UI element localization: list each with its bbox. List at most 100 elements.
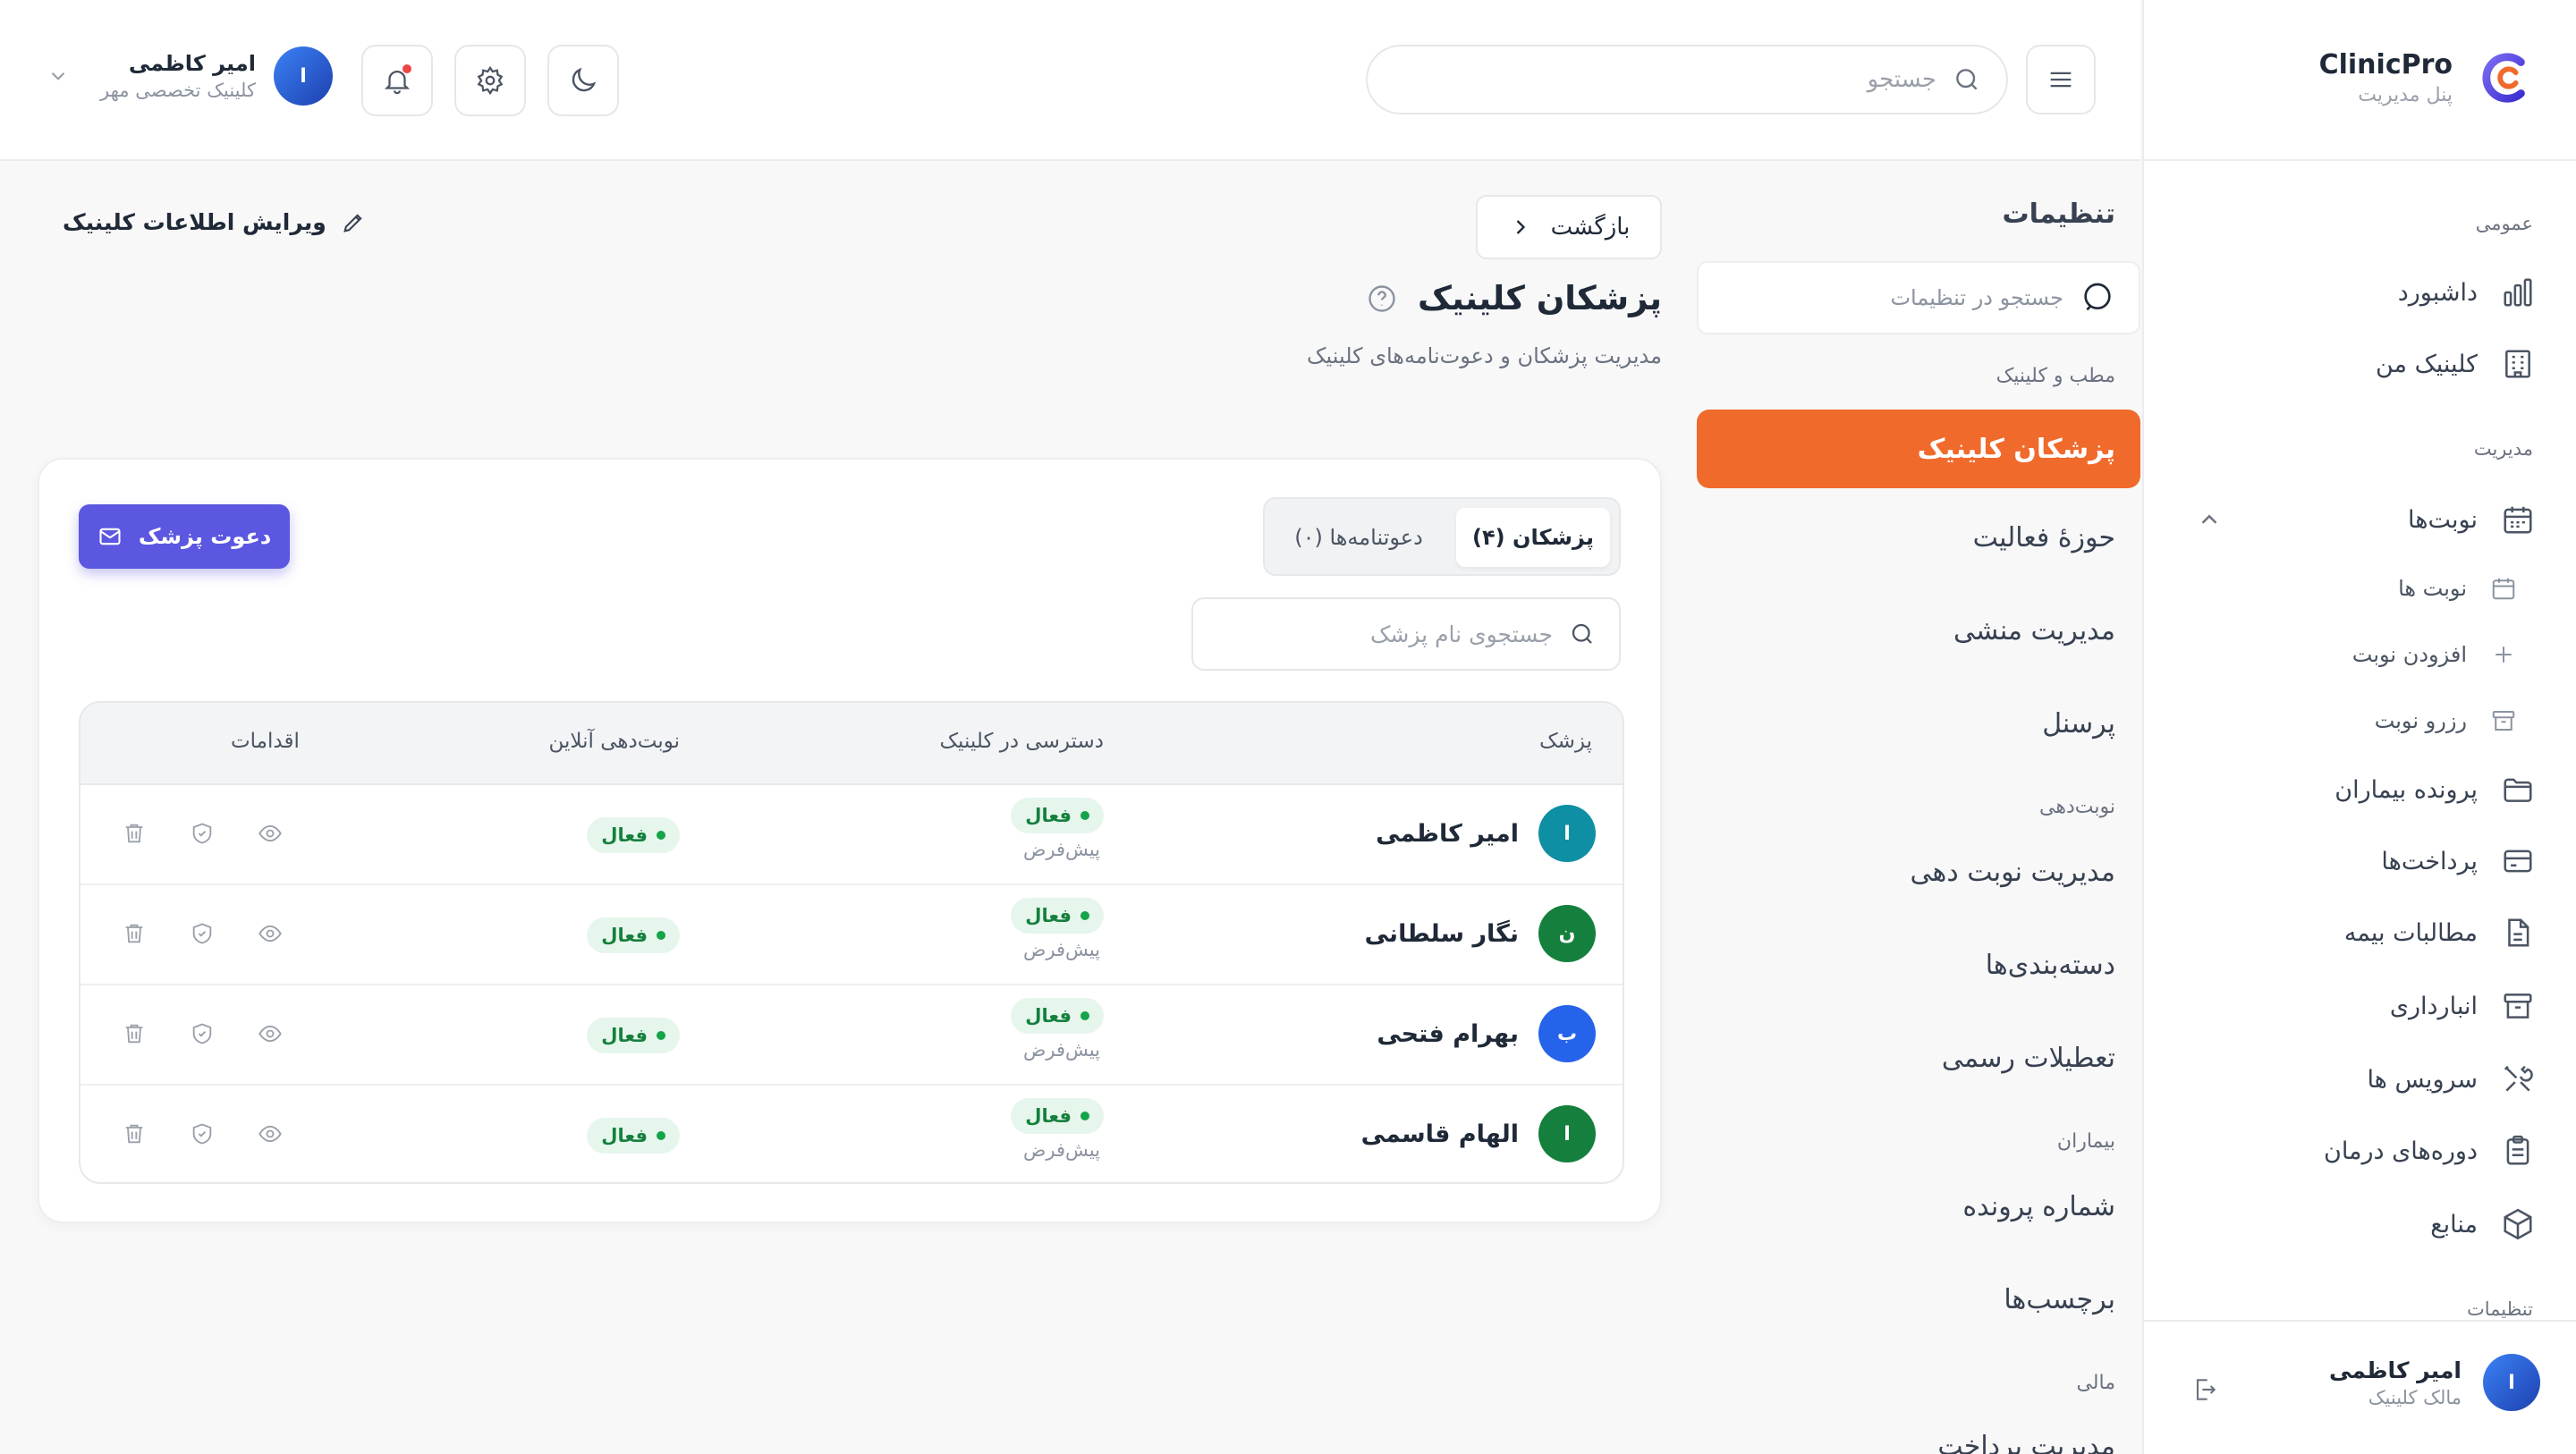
doctors-table: پزشک دسترسی در کلینیک نوبت‌دهی آنلاین اق…: [79, 701, 1624, 1184]
settings-item-payment-management[interactable]: مدیریت پرداخت: [1937, 1431, 2115, 1454]
tab-doctors[interactable]: پزشکان (۴): [1456, 508, 1610, 567]
doctors-card: دعوت پزشک پزشکان (۴) دعوتنامه‌ها (۰) پزش…: [38, 458, 1662, 1223]
sidebar-item-payments[interactable]: پرداخت‌ها: [2381, 839, 2535, 883]
sidebar-item-my-clinic[interactable]: کلینیک من: [2376, 342, 2535, 386]
dark-mode-button[interactable]: [547, 45, 619, 116]
avatar: ن: [1538, 905, 1596, 962]
calendar-icon: [2504, 506, 2532, 534]
status-label: فعال: [1025, 805, 1072, 826]
top-user-clinic: کلینیک تخصصی مهر: [100, 80, 256, 101]
doctor-name[interactable]: بهرام فتحی: [1377, 1020, 1519, 1048]
search-icon: [1572, 623, 1592, 644]
status-badge[interactable]: فعال: [587, 1018, 680, 1053]
trash-icon[interactable]: [122, 1121, 147, 1146]
row-actions: [122, 1021, 283, 1046]
back-button[interactable]: بازگشت: [1476, 195, 1662, 259]
archive-box-icon: [2504, 993, 2532, 1019]
header-access: دسترسی در کلینیک: [939, 730, 1104, 753]
brand[interactable]: ClinicPro پنل مدیریت: [2319, 46, 2533, 109]
eye-icon[interactable]: [258, 921, 283, 946]
status-dot: [657, 1131, 665, 1140]
hamburger-icon: [2050, 72, 2072, 88]
status-badge[interactable]: فعال: [587, 817, 680, 853]
sidebar-item-insurance[interactable]: مطالبات بیمه: [2344, 910, 2535, 955]
header-actions: اقدامات: [231, 730, 300, 753]
sidebar-subitem-reserve[interactable]: رزرو نوبت: [2375, 701, 2517, 740]
shield-icon[interactable]: [190, 1121, 215, 1146]
credit-card-icon: [2504, 850, 2532, 873]
settings-item-booking-management[interactable]: مدیریت نوبت دهی: [1911, 857, 2115, 888]
status-badge[interactable]: فعال: [587, 917, 680, 953]
avatar: ا: [273, 46, 333, 106]
cube-icon: [2504, 1208, 2532, 1240]
settings-search-input[interactable]: [1706, 285, 2063, 310]
edit-clinic-link[interactable]: ویرایش اطلاعات کلینیک: [63, 209, 366, 235]
eye-icon[interactable]: [258, 1021, 283, 1046]
sidebar-subitem-appointments-list[interactable]: نوبت ها: [2398, 569, 2517, 608]
settings-button[interactable]: [454, 45, 526, 116]
settings-item-file-number[interactable]: شماره پرونده: [1962, 1191, 2115, 1222]
sidebar-subitem-add-appointment[interactable]: افزودن نوبت: [2352, 635, 2517, 674]
settings-section-booking: نوبت‌دهی: [2039, 796, 2115, 818]
sidebar-section-management: مدیریت: [2473, 438, 2533, 460]
sidebar-item-dashboard[interactable]: داشبورد: [2398, 270, 2535, 315]
doctor-search-input[interactable]: [1213, 621, 1553, 647]
doctor-search[interactable]: [1191, 597, 1621, 671]
sidebar-item-label: کلینیک من: [2376, 350, 2478, 378]
help-circle-icon[interactable]: [1366, 283, 1398, 315]
top-user-name: امیر کاظمی: [128, 51, 256, 76]
settings-item-tags[interactable]: برچسب‌ها: [2004, 1284, 2115, 1315]
doctor-name[interactable]: الهام قاسمی: [1361, 1120, 1519, 1148]
settings-title: تنظیمات: [2002, 199, 2115, 230]
calendar-icon: [2492, 578, 2515, 600]
doctor-name[interactable]: نگار سلطانی: [1365, 920, 1519, 948]
invite-doctor-button[interactable]: دعوت پزشک: [79, 504, 290, 569]
trash-icon[interactable]: [122, 921, 147, 946]
settings-search[interactable]: [1697, 261, 2140, 334]
tab-invitations[interactable]: دعوتنامه‌ها (۰): [1274, 508, 1444, 567]
row-actions: [122, 1121, 283, 1146]
shield-icon[interactable]: [190, 921, 215, 946]
sidebar-item-label: انبارداری: [2389, 992, 2478, 1020]
status-dot: [1080, 1112, 1089, 1120]
chevron-up-icon[interactable]: [2196, 506, 2223, 533]
shield-icon[interactable]: [190, 821, 215, 846]
top-bar: ا امیر کاظمی کلینیک تخصصی مهر: [0, 0, 2140, 161]
settings-item-categories[interactable]: دسته‌بندی‌ها: [1986, 950, 2115, 981]
settings-item-staff[interactable]: پرسنل: [2042, 708, 2115, 740]
sidebar-item-patient-files[interactable]: پرونده بیماران: [2334, 767, 2535, 812]
online-cell: فعال: [587, 817, 680, 853]
brand-subtitle: پنل مدیریت: [2358, 84, 2453, 106]
sidebar-item-warehouse[interactable]: انبارداری: [2390, 984, 2535, 1028]
avatar: ا: [2483, 1354, 2540, 1411]
eye-icon[interactable]: [258, 821, 283, 846]
settings-item-doctors[interactable]: پزشکان کلینیک: [1697, 410, 2140, 488]
row-actions: [122, 921, 283, 946]
trash-icon[interactable]: [122, 1021, 147, 1046]
back-label: بازگشت: [1550, 214, 1631, 241]
sidebar-item-appointments[interactable]: نوبت‌ها: [2408, 497, 2535, 542]
notifications-button[interactable]: [361, 45, 433, 116]
settings-item-activity[interactable]: حوزهٔ فعالیت: [1973, 522, 2115, 554]
status-badge[interactable]: فعال: [587, 1118, 680, 1154]
status-dot: [1080, 811, 1089, 820]
sidebar-item-courses[interactable]: دوره‌های درمان: [2324, 1129, 2535, 1173]
top-user-menu[interactable]: ا امیر کاظمی کلینیک تخصصی مهر: [47, 46, 333, 106]
logout-icon[interactable]: [2190, 1375, 2219, 1404]
doctor-name[interactable]: امیر کاظمی: [1376, 820, 1519, 848]
sidebar-item-services[interactable]: سرویس ها: [2367, 1057, 2535, 1102]
folder-icon: [2504, 778, 2532, 802]
sidebar-item-label: نوبت‌ها: [2408, 505, 2478, 534]
status-label: فعال: [1025, 1005, 1072, 1027]
shield-icon[interactable]: [190, 1021, 215, 1046]
global-search[interactable]: [1366, 45, 2008, 114]
eye-icon[interactable]: [258, 1121, 283, 1146]
global-search-input[interactable]: [1436, 66, 1936, 93]
settings-item-holidays[interactable]: تعطیلات رسمی: [1942, 1043, 2115, 1074]
tab-group: پزشکان (۴) دعوتنامه‌ها (۰): [1263, 497, 1621, 576]
menu-button[interactable]: [2026, 45, 2096, 114]
settings-item-secretary[interactable]: مدیریت منشی: [1953, 615, 2115, 647]
sidebar-user[interactable]: ا امیر کاظمی مالک کلینیک: [2329, 1354, 2540, 1411]
sidebar-item-resources[interactable]: منابع: [2430, 1202, 2535, 1247]
trash-icon[interactable]: [122, 821, 147, 846]
